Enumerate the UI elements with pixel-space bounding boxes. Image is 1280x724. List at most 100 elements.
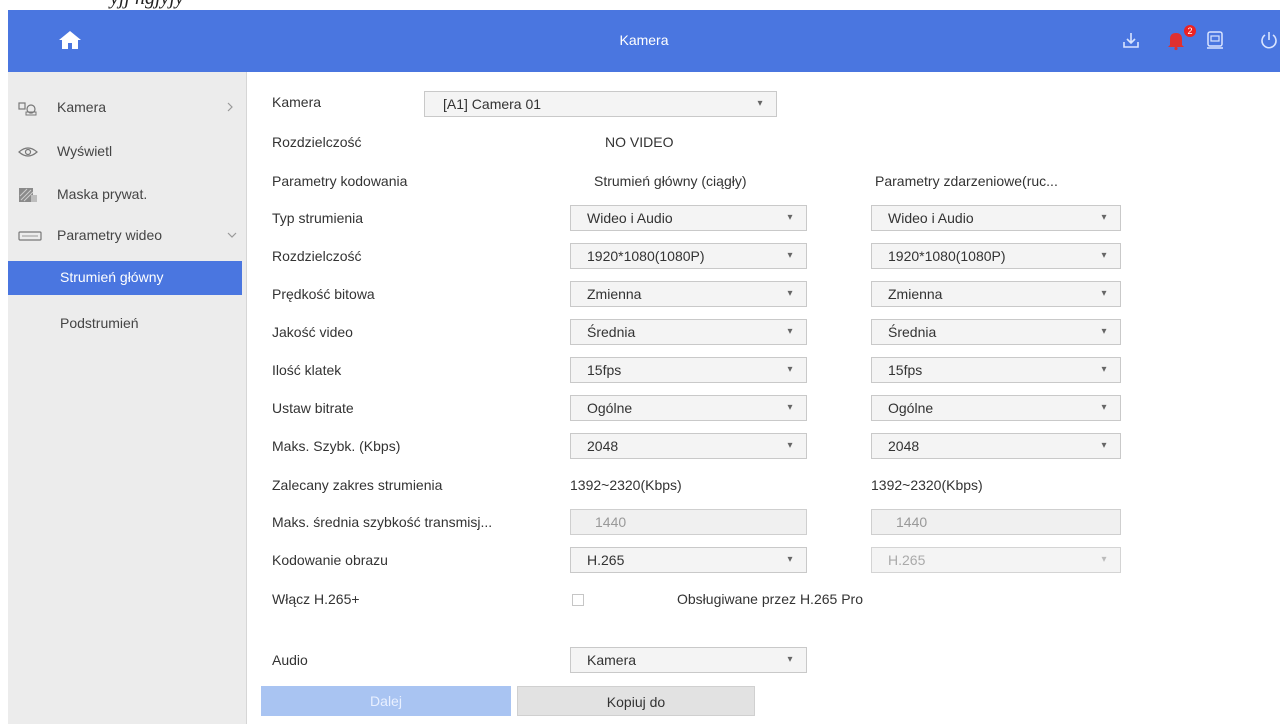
avg-bitrate-event-input: 1440 xyxy=(871,509,1121,535)
codec-label: Kodowanie obrazu xyxy=(272,552,388,568)
copy-to-button[interactable]: Kopiuj do xyxy=(517,686,755,716)
sidebar-item-privacy-mask[interactable]: Maska prywat. xyxy=(8,178,246,212)
video-params-icon xyxy=(18,231,42,241)
select-value: 1920*1080(1080P) xyxy=(888,248,1006,264)
select-value: Zmienna xyxy=(888,286,943,302)
set-bitrate-main-select[interactable]: Ogólne ▾ xyxy=(570,395,807,421)
select-value: Zmienna xyxy=(587,286,642,302)
eye-icon xyxy=(18,147,38,157)
dropdown-caret-icon: ▾ xyxy=(1101,250,1107,261)
sidebar-item-label: Maska prywat. xyxy=(57,186,148,202)
dropdown-caret-icon: ▾ xyxy=(1101,440,1107,451)
dropdown-caret-icon: ▾ xyxy=(787,654,793,665)
sidebar-item-label: Wyświetl xyxy=(57,143,113,159)
recommended-range-label: Zalecany zakres strumienia xyxy=(272,477,443,493)
top-text-strip: yjj ngjyjy xyxy=(0,0,1280,10)
sidebar-subitem-label: Podstrumień xyxy=(60,315,139,331)
select-value: Ogólne xyxy=(888,400,934,416)
select-value: Średnia xyxy=(888,324,937,340)
sidebar-item-camera[interactable]: Kamera xyxy=(8,91,246,125)
dropdown-caret-icon: ▾ xyxy=(787,402,793,413)
camera-select-value: [A1] Camera 01 xyxy=(443,96,542,112)
avg-bitrate-main-input: 1440 xyxy=(570,509,807,535)
dropdown-caret-icon: ▾ xyxy=(757,98,763,109)
resolution-main-select[interactable]: 1920*1080(1080P) ▾ xyxy=(570,243,807,269)
bitrate-type-event-select[interactable]: Zmienna ▾ xyxy=(871,281,1121,307)
camera-label: Kamera xyxy=(272,94,322,110)
dropdown-caret-icon: ▾ xyxy=(787,326,793,337)
resolution-value: NO VIDEO xyxy=(605,134,674,150)
frame-rate-main-select[interactable]: 15fps ▾ xyxy=(570,357,807,383)
settings-panel: Kamera [A1] Camera 01 ▾ Rozdzielczość NO… xyxy=(247,72,1280,724)
privacy-mask-icon xyxy=(19,188,37,202)
select-value: 2048 xyxy=(587,438,619,454)
stream-type-event-select[interactable]: Wideo i Audio ▾ xyxy=(871,205,1121,231)
audio-label: Audio xyxy=(272,652,308,668)
select-value: Wideo i Audio xyxy=(888,210,974,226)
sidebar-item-label: Kamera xyxy=(57,99,107,115)
select-value: Ogólne xyxy=(587,400,633,416)
row-label-bitrate-type: Prędkość bitowa xyxy=(272,286,375,302)
page-title: Kamera xyxy=(619,32,669,48)
row-label-stream-type: Typ strumienia xyxy=(272,210,364,226)
sidebar-subitem-label: Strumień główny xyxy=(60,269,164,285)
row-label-video-quality: Jakość video xyxy=(272,324,353,340)
frame-rate-event-select[interactable]: 15fps ▾ xyxy=(871,357,1121,383)
select-value: 15fps xyxy=(888,362,923,378)
dropdown-caret-icon: ▾ xyxy=(787,440,793,451)
input-value: 1440 xyxy=(896,514,928,530)
dropdown-caret-icon: ▾ xyxy=(1101,288,1107,299)
top-header-bar: Kamera 2 xyxy=(8,10,1280,72)
chevron-down-icon xyxy=(227,232,237,238)
resolution-label: Rozdzielczość xyxy=(272,134,362,150)
camera-icon xyxy=(18,102,37,116)
max-bitrate-event-select[interactable]: 2048 ▾ xyxy=(871,433,1121,459)
encoding-params-label: Parametry kodowania xyxy=(272,173,408,189)
sidebar-subitem-main-stream[interactable]: Strumień główny xyxy=(8,261,242,295)
resolution-event-select[interactable]: 1920*1080(1080P) ▾ xyxy=(871,243,1121,269)
set-bitrate-event-select[interactable]: Ogólne ▾ xyxy=(871,395,1121,421)
dropdown-caret-icon: ▾ xyxy=(787,554,793,565)
row-label-max-bitrate: Maks. Szybk. (Kbps) xyxy=(272,438,401,454)
codec-event-select: H.265 ▾ xyxy=(871,547,1121,573)
select-value: Wideo i Audio xyxy=(587,210,673,226)
video-quality-event-select[interactable]: Średnia ▾ xyxy=(871,319,1121,345)
select-value: 1920*1080(1080P) xyxy=(587,248,705,264)
h265plus-checkbox[interactable] xyxy=(572,594,584,606)
input-value: 1440 xyxy=(595,514,627,530)
dropdown-caret-icon: ▾ xyxy=(787,288,793,299)
sidebar-item-video-params[interactable]: Parametry wideo xyxy=(8,219,246,253)
row-label-frame-rate: Ilość klatek xyxy=(272,362,342,378)
dropdown-caret-icon: ▾ xyxy=(1101,212,1107,223)
select-value: Kamera xyxy=(587,652,637,668)
dropdown-caret-icon: ▾ xyxy=(1101,364,1107,375)
h265plus-label: Włącz H.265+ xyxy=(272,591,360,607)
sidebar-subitem-substream[interactable]: Podstrumień xyxy=(8,307,246,341)
row-label-set-bitrate: Ustaw bitrate xyxy=(272,400,354,416)
recommended-range-main: 1392~2320(Kbps) xyxy=(570,477,682,493)
sidebar: Kamera Wyświetl Maska prywat. Parametry … xyxy=(8,72,247,724)
video-quality-main-select[interactable]: Średnia ▾ xyxy=(570,319,807,345)
max-bitrate-main-select[interactable]: 2048 ▾ xyxy=(570,433,807,459)
codec-main-select[interactable]: H.265 ▾ xyxy=(570,547,807,573)
select-value: H.265 xyxy=(888,552,926,568)
dropdown-caret-icon: ▾ xyxy=(787,364,793,375)
sidebar-item-display[interactable]: Wyświetl xyxy=(8,135,246,169)
record-icon[interactable] xyxy=(1204,29,1226,51)
h265-pro-note: Obsługiwane przez H.265 Pro xyxy=(677,591,863,607)
camera-select[interactable]: [A1] Camera 01 ▾ xyxy=(424,91,777,117)
select-value: H.265 xyxy=(587,552,625,568)
bitrate-type-main-select[interactable]: Zmienna ▾ xyxy=(570,281,807,307)
audio-select[interactable]: Kamera ▾ xyxy=(570,647,807,673)
sidebar-item-label: Parametry wideo xyxy=(57,227,163,243)
dropdown-caret-icon: ▾ xyxy=(1101,554,1107,565)
recommended-range-event: 1392~2320(Kbps) xyxy=(871,477,983,493)
download-icon[interactable] xyxy=(1120,29,1142,51)
dropdown-caret-icon: ▾ xyxy=(787,212,793,223)
next-button[interactable]: Dalej xyxy=(261,686,511,716)
stream-type-main-select[interactable]: Wideo i Audio ▾ xyxy=(570,205,807,231)
power-icon[interactable] xyxy=(1258,29,1280,51)
select-value: Średnia xyxy=(587,324,636,340)
chevron-right-icon xyxy=(227,102,233,112)
dropdown-caret-icon: ▾ xyxy=(1101,326,1107,337)
